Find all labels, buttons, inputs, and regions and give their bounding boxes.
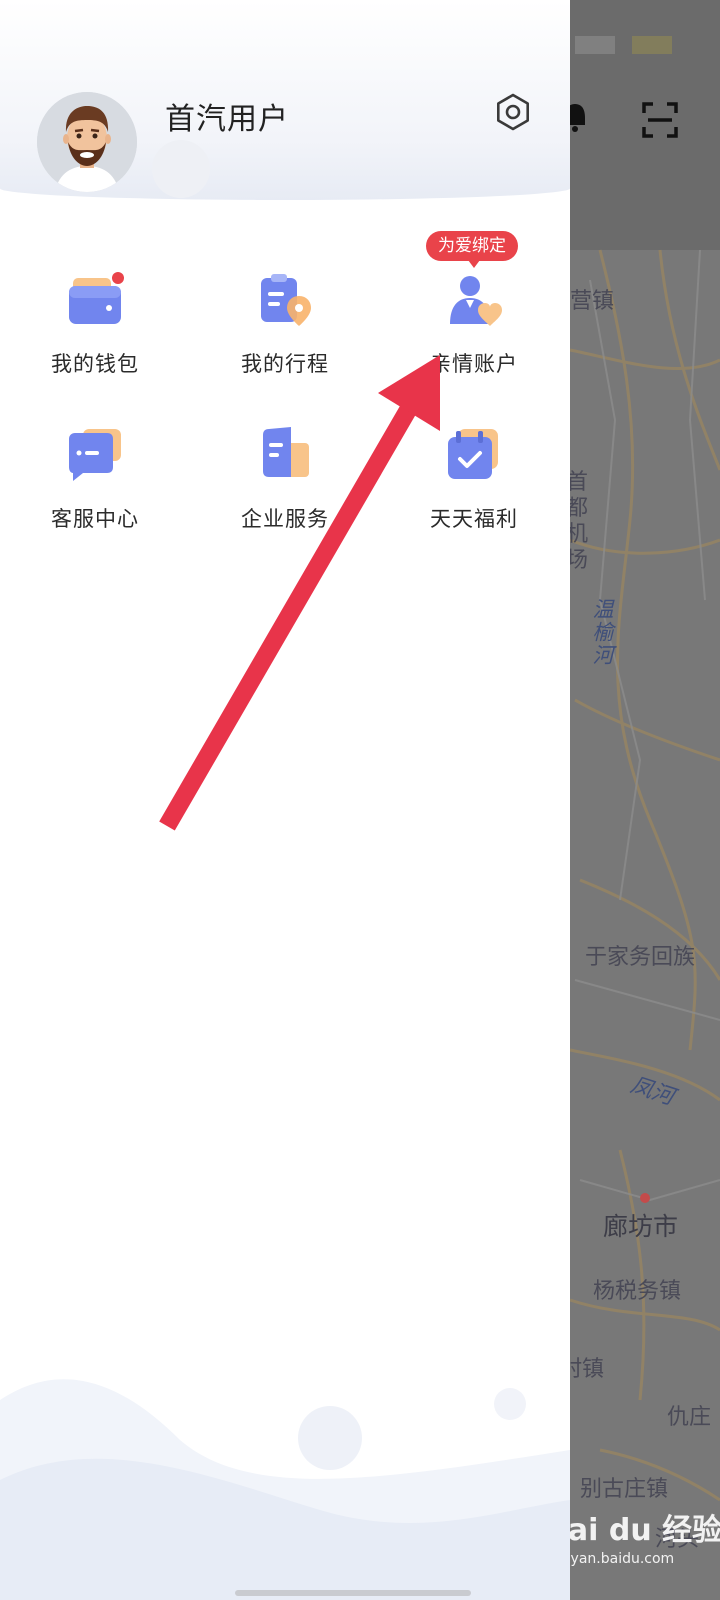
customer-service-icon — [69, 429, 121, 481]
menu-item-wallet[interactable]: 我的钱包 — [20, 270, 170, 400]
side-drawer: 首汽用户 我的钱包 我的行程 亲情账户 为爱绑定 客服中心 企业服务 天天福利 — [0, 0, 570, 1600]
menu-item-label: 企业服务 — [241, 507, 329, 531]
promo-badge[interactable]: 为爱绑定 — [426, 231, 518, 268]
home-indicator[interactable] — [235, 1590, 471, 1596]
family-account-icon — [450, 276, 502, 326]
footer-decoration — [0, 1379, 570, 1600]
map-label: 温榆河 — [590, 598, 614, 667]
menu-item-trips[interactable]: 我的行程 — [210, 270, 360, 400]
user-avatar-illustration — [37, 92, 137, 192]
enterprise-service-icon — [263, 427, 309, 477]
decorative-bubble — [152, 140, 210, 198]
menu-item-enterprise-service[interactable]: 企业服务 — [210, 425, 360, 555]
map-label: 于家务回族 — [585, 945, 696, 970]
map-label: 营镇 — [570, 289, 615, 314]
menu-item-customer-service[interactable]: 客服中心 — [20, 425, 170, 555]
trip-icon — [261, 274, 311, 326]
menu-item-label: 客服中心 — [51, 507, 139, 531]
settings-gear-icon[interactable] — [493, 92, 533, 132]
menu-item-family-account[interactable]: 亲情账户 — [399, 270, 549, 400]
menu-item-label: 天天福利 — [430, 507, 518, 531]
menu-item-label: 我的钱包 — [51, 352, 139, 376]
map-label: 别古庄镇 — [580, 1477, 669, 1502]
menu-item-daily-benefits[interactable]: 天天福利 — [399, 425, 549, 555]
wallet-icon — [69, 272, 124, 324]
baidu-watermark: Bai du 经验 jingyan.baidu.com — [545, 1505, 720, 1595]
map-label: 首都机场 — [566, 470, 591, 573]
scan-icon[interactable] — [640, 100, 680, 140]
avatar[interactable] — [37, 92, 137, 192]
map-label: 廊坊市 — [603, 1212, 679, 1241]
map-label: 杨税务镇 — [593, 1279, 682, 1304]
menu-item-label: 我的行程 — [241, 352, 329, 376]
watermark-logo: Bai du 经验 — [545, 1513, 720, 1548]
menu-item-label: 亲情账户 — [430, 352, 518, 376]
map-label: 仇庄 — [667, 1405, 712, 1430]
user-name[interactable]: 首汽用户 — [165, 94, 289, 138]
daily-benefits-icon — [448, 429, 498, 479]
